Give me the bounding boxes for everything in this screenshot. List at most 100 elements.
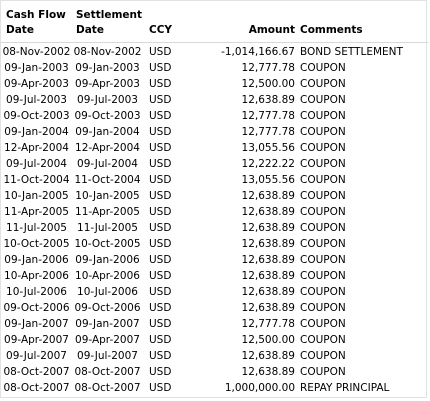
table-row[interactable]: 09-Jul-2004 09-Jul-2004 USD 12,222.22 COUPON xyxy=(1,156,428,172)
table-row[interactable]: 10-Jul-2006 10-Jul-2006 USD 12,638.89 COUPON xyxy=(1,284,428,300)
column-header-ccy[interactable]: CCY xyxy=(149,23,172,38)
amount-cell: 12,500.00 xyxy=(241,78,295,90)
settlement-date-cell: 09-Apr-2007 xyxy=(75,334,140,346)
table-row[interactable]: 09-Oct-2006 09-Oct-2006 USD 12,638.89 COUPON xyxy=(1,300,428,316)
table-row[interactable]: 10-Oct-2005 10-Oct-2005 USD 12,638.89 COUPON xyxy=(1,236,428,252)
amount-cell: 12,222.22 xyxy=(241,158,295,170)
table-row[interactable]: 09-Jan-2003 09-Jan-2003 USD 12,777.78 COUPON xyxy=(1,60,428,76)
comment-cell: COUPON xyxy=(300,254,346,266)
cash-flow-date-cell: 09-Jan-2004 xyxy=(4,126,69,138)
settlement-date-cell: 09-Jan-2003 xyxy=(75,62,140,74)
comment-cell: COUPON xyxy=(300,286,346,298)
cash-flow-date-cell: 11-Jul-2005 xyxy=(6,222,67,234)
currency-cell: USD xyxy=(149,334,172,346)
amount-cell: 12,638.89 xyxy=(241,254,295,266)
cash-flow-date-cell: 09-Apr-2003 xyxy=(4,78,69,90)
table-row[interactable]: 09-Jan-2004 09-Jan-2004 USD 12,777.78 COUPON xyxy=(1,124,428,140)
settlement-date-cell: 09-Apr-2003 xyxy=(75,78,140,90)
comment-cell: COUPON xyxy=(300,238,346,250)
cash-flow-date-cell: 09-Oct-2006 xyxy=(3,302,70,314)
settlement-date-cell: 08-Oct-2007 xyxy=(74,366,141,378)
amount-cell: 12,638.89 xyxy=(241,270,295,282)
settlement-date-cell: 09-Jul-2003 xyxy=(77,94,138,106)
table-row[interactable]: 10-Jan-2005 10-Jan-2005 USD 12,638.89 COUPON xyxy=(1,188,428,204)
amount-cell: 12,777.78 xyxy=(241,62,295,74)
amount-cell: 12,638.89 xyxy=(241,366,295,378)
settlement-date-cell: 09-Jul-2004 xyxy=(77,158,138,170)
cash-flow-date-cell: 09-Jul-2007 xyxy=(6,350,67,362)
comment-cell: COUPON xyxy=(300,334,346,346)
amount-cell: 12,777.78 xyxy=(241,126,295,138)
currency-cell: USD xyxy=(149,222,172,234)
currency-cell: USD xyxy=(149,318,172,330)
amount-cell: 13,055.56 xyxy=(241,174,295,186)
header-line-1: Cash Flow xyxy=(6,9,66,21)
table-row[interactable]: 10-Apr-2006 10-Apr-2006 USD 12,638.89 COUPON xyxy=(1,268,428,284)
settlement-date-cell: 08-Oct-2007 xyxy=(74,382,141,394)
table-row[interactable]: 09-Oct-2003 09-Oct-2003 USD 12,777.78 COUPON xyxy=(1,108,428,124)
settlement-date-cell: 08-Nov-2002 xyxy=(73,46,142,58)
cash-flow-date-cell: 09-Apr-2007 xyxy=(4,334,69,346)
settlement-date-cell: 09-Oct-2003 xyxy=(74,110,141,122)
cash-flow-date-cell: 09-Jan-2006 xyxy=(4,254,69,266)
table-row[interactable]: 09-Jan-2007 09-Jan-2007 USD 12,777.78 COUPON xyxy=(1,316,428,332)
column-header-cash-flow-date[interactable]: Cash Flow Date xyxy=(6,8,76,38)
amount-cell: 13,055.56 xyxy=(241,142,295,154)
column-header-settlement-date[interactable]: Settlement Date xyxy=(76,8,146,38)
currency-cell: USD xyxy=(149,174,172,186)
header-line-2: Date xyxy=(76,24,104,36)
settlement-date-cell: 11-Apr-2005 xyxy=(75,206,140,218)
column-header-amount[interactable]: Amount xyxy=(199,23,295,38)
amount-cell: -1,014,166.67 xyxy=(221,46,295,58)
settlement-date-cell: 10-Jul-2006 xyxy=(77,286,138,298)
comment-cell: REPAY PRINCIPAL xyxy=(300,382,390,394)
table-row[interactable]: 11-Apr-2005 11-Apr-2005 USD 12,638.89 COUPON xyxy=(1,204,428,220)
currency-cell: USD xyxy=(149,46,172,58)
header-line-2: Date xyxy=(6,24,34,36)
table-row[interactable]: 08-Oct-2007 08-Oct-2007 USD 12,638.89 COUPON xyxy=(1,364,428,380)
currency-cell: USD xyxy=(149,190,172,202)
table-row[interactable]: 09-Jul-2003 09-Jul-2003 USD 12,638.89 COUPON xyxy=(1,92,428,108)
cash-flow-date-cell: 09-Jan-2007 xyxy=(4,318,69,330)
comment-cell: COUPON xyxy=(300,126,346,138)
cash-flow-date-cell: 09-Jul-2004 xyxy=(6,158,67,170)
comment-cell: COUPON xyxy=(300,78,346,90)
amount-cell: 12,638.89 xyxy=(241,350,295,362)
comment-cell: COUPON xyxy=(300,190,346,202)
comment-cell: COUPON xyxy=(300,158,346,170)
cash-flow-date-cell: 10-Oct-2005 xyxy=(3,238,70,250)
currency-cell: USD xyxy=(149,254,172,266)
currency-cell: USD xyxy=(149,94,172,106)
comment-cell: COUPON xyxy=(300,110,346,122)
table-row[interactable]: 11-Jul-2005 11-Jul-2005 USD 12,638.89 COUPON xyxy=(1,220,428,236)
amount-cell: 12,500.00 xyxy=(241,334,295,346)
comment-cell: COUPON xyxy=(300,174,346,186)
table-row[interactable]: 09-Jan-2006 09-Jan-2006 USD 12,638.89 COUPON xyxy=(1,252,428,268)
amount-cell: 12,638.89 xyxy=(241,302,295,314)
cash-flow-date-cell: 09-Jan-2003 xyxy=(4,62,69,74)
currency-cell: USD xyxy=(149,78,172,90)
table-row[interactable]: 09-Jul-2007 09-Jul-2007 USD 12,638.89 COUPON xyxy=(1,348,428,364)
table-row[interactable]: 11-Oct-2004 11-Oct-2004 USD 13,055.56 COUPON xyxy=(1,172,428,188)
amount-cell: 12,638.89 xyxy=(241,222,295,234)
column-header-comments[interactable]: Comments xyxy=(300,23,363,38)
currency-cell: USD xyxy=(149,366,172,378)
cash-flow-table: Cash Flow Date Settlement Date CCY Amoun… xyxy=(0,0,428,398)
settlement-date-cell: 11-Jul-2005 xyxy=(77,222,138,234)
comment-cell: COUPON xyxy=(300,366,346,378)
table-row[interactable]: 09-Apr-2003 09-Apr-2003 USD 12,500.00 COUPON xyxy=(1,76,428,92)
table-row[interactable]: 08-Oct-2007 08-Oct-2007 USD 1,000,000.00 REP… xyxy=(1,380,428,396)
cash-flow-date-cell: 12-Apr-2004 xyxy=(4,142,69,154)
comment-cell: BOND SETTLEMENT xyxy=(300,46,403,58)
settlement-date-cell: 12-Apr-2004 xyxy=(75,142,140,154)
comment-cell: COUPON xyxy=(300,270,346,282)
table-row[interactable]: 12-Apr-2004 12-Apr-2004 USD 13,055.56 COUPON xyxy=(1,140,428,156)
table-row[interactable]: 08-Nov-2002 08-Nov-2002 USD -1,014,166.67 BO… xyxy=(1,44,428,60)
currency-cell: USD xyxy=(149,350,172,362)
table-header: Cash Flow Date Settlement Date CCY Amoun… xyxy=(1,1,428,43)
cash-flow-date-cell: 10-Apr-2006 xyxy=(4,270,69,282)
amount-cell: 1,000,000.00 xyxy=(224,382,295,394)
table-row[interactable]: 09-Apr-2007 09-Apr-2007 USD 12,500.00 COUPON xyxy=(1,332,428,348)
cash-flow-date-cell: 09-Jul-2003 xyxy=(6,94,67,106)
currency-cell: USD xyxy=(149,126,172,138)
